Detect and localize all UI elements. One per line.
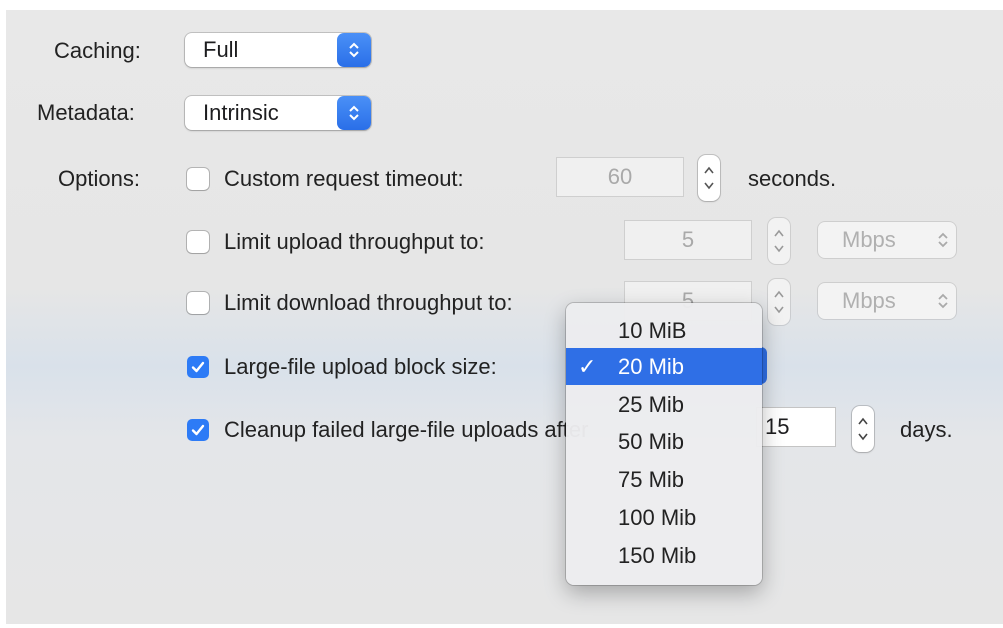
timeout-suffix: seconds. xyxy=(748,166,837,191)
upload-unit-value: Mbps xyxy=(842,227,896,252)
download-checkbox[interactable] xyxy=(187,292,209,314)
cleanup-field[interactable]: 15 xyxy=(756,407,836,447)
stepper-arrows-icon xyxy=(704,166,714,190)
upload-field[interactable]: 5 xyxy=(624,220,752,260)
stepper-arrows-icon xyxy=(774,229,784,253)
blocksize-label: Large-file upload block size: xyxy=(224,354,497,379)
menu-item-selected[interactable]: ✓ 20 Mib xyxy=(566,348,762,385)
cleanup-label: Cleanup failed large-file uploads after xyxy=(224,417,589,442)
upload-checkbox[interactable] xyxy=(187,231,209,253)
timeout-label: Custom request timeout: xyxy=(224,166,464,191)
checkmark-icon xyxy=(191,424,205,436)
menu-item[interactable]: 10 MiB xyxy=(566,312,762,349)
download-stepper[interactable] xyxy=(768,279,790,325)
caching-popup[interactable]: Full xyxy=(185,33,371,67)
menu-item[interactable]: 100 Mib xyxy=(566,499,762,536)
updown-arrows-icon xyxy=(936,283,950,319)
download-unit-popup[interactable]: Mbps xyxy=(818,283,956,319)
caching-value: Full xyxy=(203,37,239,62)
timeout-field[interactable]: 60 xyxy=(556,157,684,197)
menu-item[interactable]: 75 Mib xyxy=(566,461,762,498)
upload-stepper[interactable] xyxy=(768,218,790,264)
upload-label: Limit upload throughput to: xyxy=(224,229,485,254)
updown-arrows-icon xyxy=(337,33,371,67)
menu-item[interactable]: 150 Mib xyxy=(566,537,762,574)
updown-arrows-icon xyxy=(337,96,371,130)
cleanup-checkbox[interactable] xyxy=(187,419,209,441)
timeout-checkbox[interactable] xyxy=(187,168,209,190)
menu-item[interactable]: 50 Mib xyxy=(566,423,762,460)
metadata-popup[interactable]: Intrinsic xyxy=(185,96,371,130)
metadata-value: Intrinsic xyxy=(203,100,279,125)
stepper-arrows-icon xyxy=(774,290,784,314)
cleanup-suffix: days. xyxy=(900,417,953,442)
upload-unit-popup[interactable]: Mbps xyxy=(818,222,956,258)
updown-arrows-icon xyxy=(936,222,950,258)
stepper-arrows-icon xyxy=(858,417,868,441)
menu-item[interactable]: 25 Mib xyxy=(566,386,762,423)
timeout-stepper[interactable] xyxy=(698,155,720,201)
blocksize-menu: 10 MiB ✓ 20 Mib 25 Mib 50 Mib 75 Mib 100… xyxy=(566,303,762,585)
metadata-label: Metadata: xyxy=(37,100,135,125)
checkmark-icon xyxy=(191,361,205,373)
caching-label: Caching: xyxy=(54,38,141,63)
checkmark-icon: ✓ xyxy=(578,354,597,379)
options-label: Options: xyxy=(58,166,140,191)
cleanup-stepper[interactable] xyxy=(852,406,874,452)
blocksize-checkbox[interactable] xyxy=(187,356,209,378)
download-label: Limit download throughput to: xyxy=(224,290,513,315)
download-unit-value: Mbps xyxy=(842,288,896,313)
